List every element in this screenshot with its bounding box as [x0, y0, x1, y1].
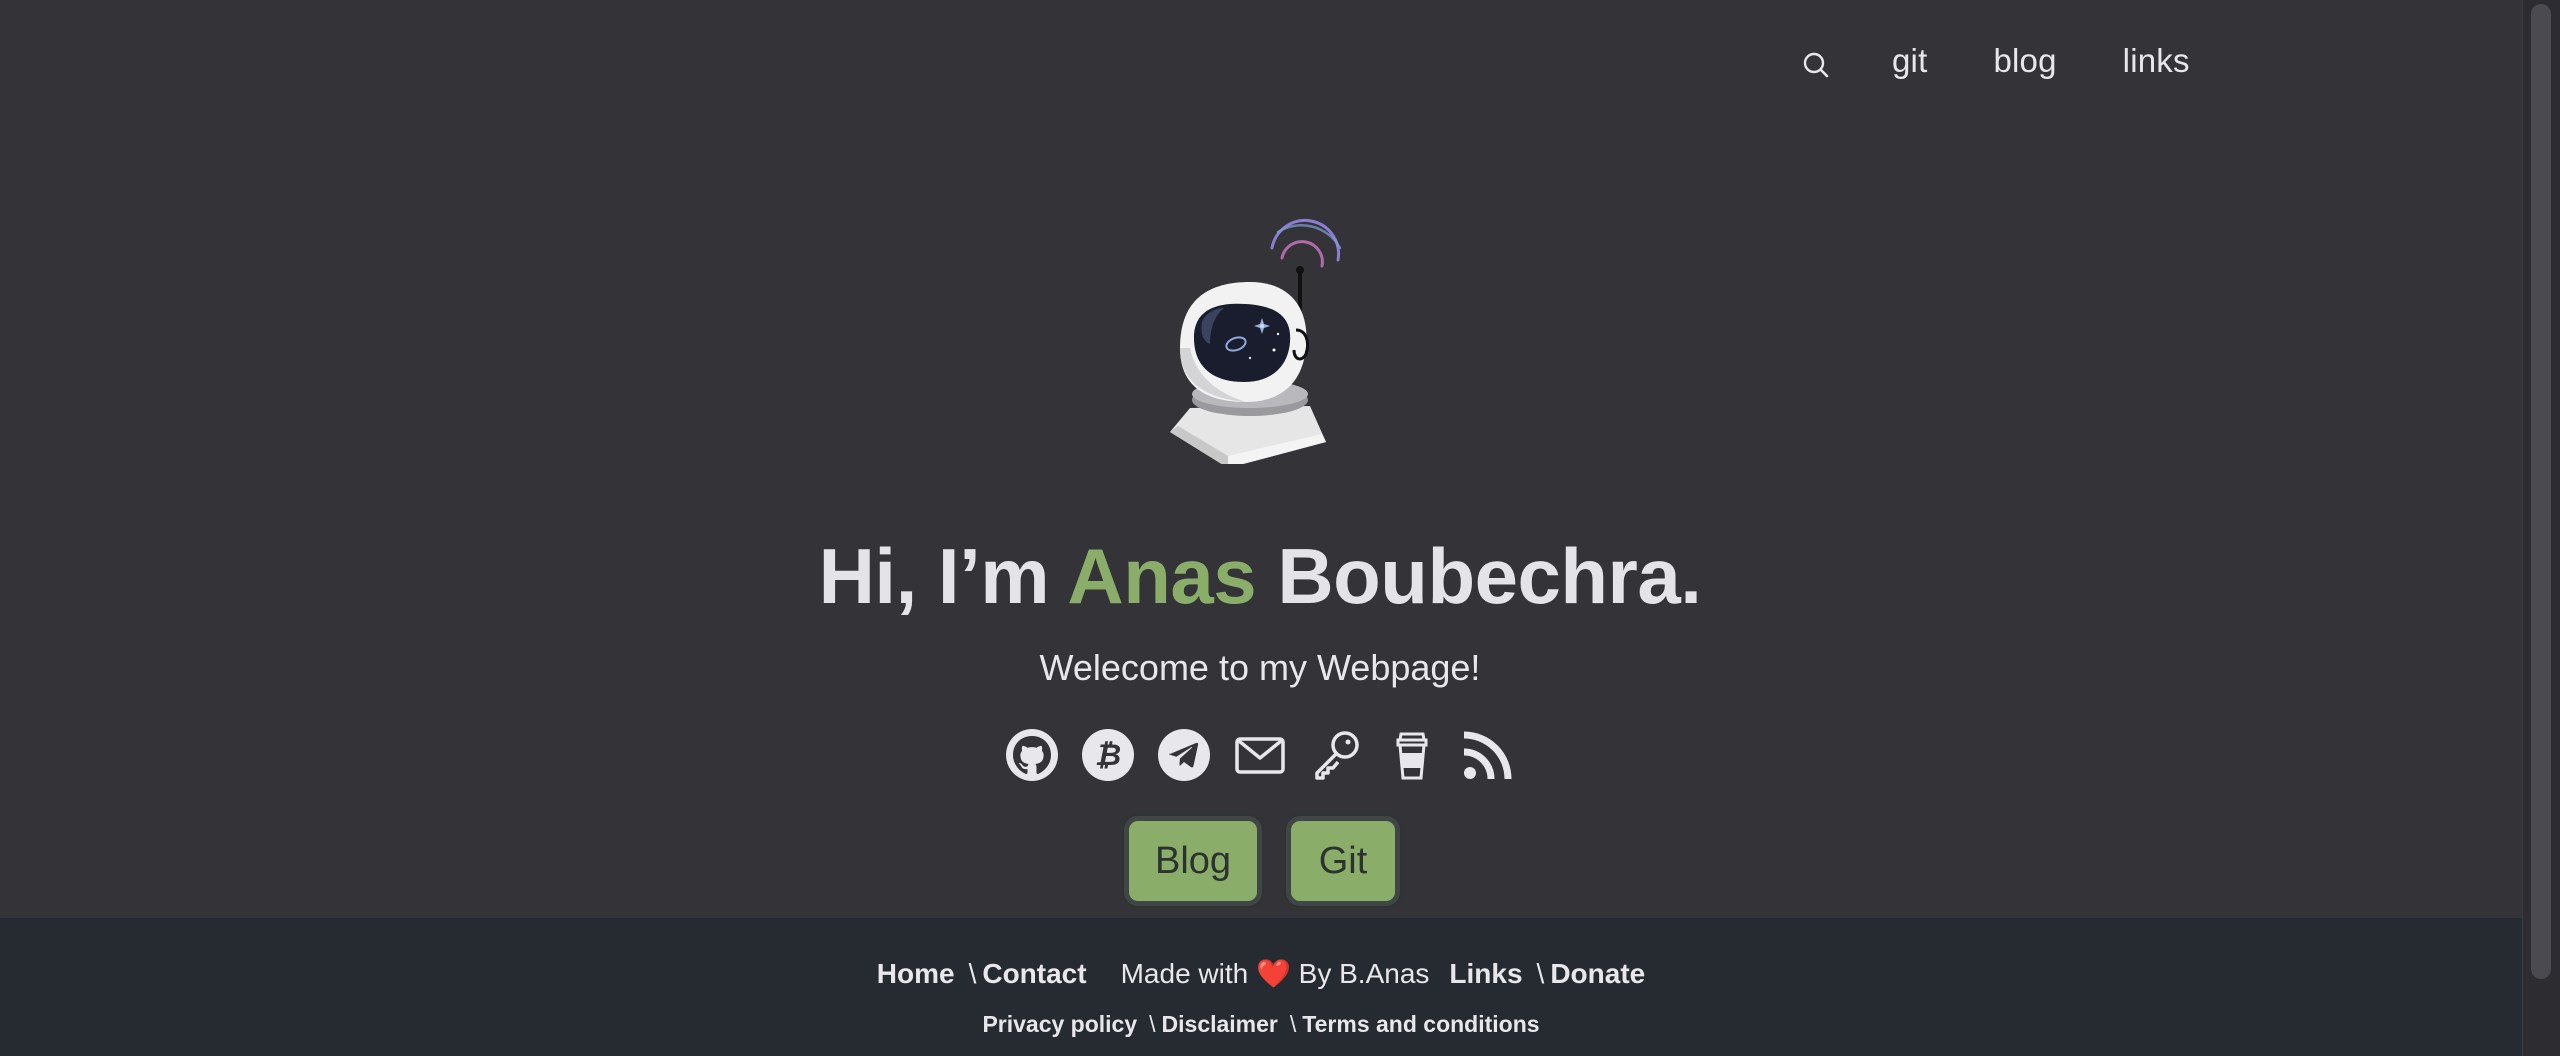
bitcoin-icon: ₿	[1082, 729, 1134, 781]
key-icon	[1315, 731, 1359, 780]
hero-title-prefix: Hi, I’m	[818, 532, 1068, 620]
footer-link-home[interactable]: Home	[877, 954, 955, 994]
telegram-link[interactable]	[1156, 727, 1212, 783]
coffee-cup-icon	[1396, 732, 1428, 780]
footer-main-row: Home \ Contact Made with ❤️ By B.Anas Li…	[0, 954, 2522, 994]
hero-buttons: Blog Git	[1124, 816, 1400, 906]
bitcoin-link[interactable]: ₿	[1080, 727, 1136, 783]
footer-separator: \	[1536, 958, 1545, 989]
made-with-text: Made with ❤️ By B.Anas	[1121, 954, 1430, 994]
footer: Home \ Contact Made with ❤️ By B.Anas Li…	[0, 918, 2522, 1056]
top-nav: git blog links	[1790, 36, 2190, 86]
telegram-icon	[1158, 729, 1210, 781]
blog-button[interactable]: Blog	[1124, 816, 1262, 906]
mail-link[interactable]	[1232, 727, 1288, 783]
nav-link-links[interactable]: links	[2123, 42, 2190, 80]
rss-icon	[1463, 731, 1512, 780]
search-icon	[1803, 52, 1829, 78]
heart-icon: ❤️	[1256, 958, 1291, 989]
footer-link-privacy[interactable]: Privacy policy	[982, 1008, 1137, 1040]
mail-icon	[1235, 737, 1285, 774]
page-scrollbar[interactable]	[2522, 0, 2560, 1056]
search-button[interactable]	[1790, 40, 1842, 90]
footer-separator: \	[1149, 1011, 1156, 1037]
footer-link-donate[interactable]: Donate	[1550, 954, 1645, 994]
footer-link-contact[interactable]: Contact	[982, 954, 1086, 994]
footer-link-terms[interactable]: Terms and conditions	[1302, 1008, 1539, 1040]
footer-link-disclaimer[interactable]: Disclaimer	[1162, 1008, 1278, 1040]
git-button[interactable]: Git	[1286, 816, 1400, 906]
page: git blog links Hi, I’m Anas Boubechra. W…	[0, 0, 2560, 1056]
made-with-prefix: Made with	[1120, 958, 1249, 989]
hero-title-accent: Anas	[1067, 532, 1257, 620]
scrollbar-thumb[interactable]	[2531, 4, 2551, 979]
github-link[interactable]	[1004, 727, 1060, 783]
coffee-link[interactable]	[1384, 727, 1440, 783]
github-icon	[1006, 729, 1058, 781]
nav-link-git[interactable]: git	[1892, 42, 1927, 80]
hero-subtitle: Welecome to my Webpage!	[1039, 647, 1481, 688]
nav-link-blog[interactable]: blog	[1993, 42, 2056, 80]
footer-separator: \	[1289, 1011, 1297, 1037]
made-with-author: By B.Anas	[1298, 958, 1430, 989]
rss-link[interactable]	[1460, 727, 1516, 783]
hero-title: Hi, I’m Anas Boubechra.	[0, 528, 2520, 624]
key-link[interactable]	[1308, 727, 1364, 783]
svg-text:₿: ₿	[1095, 738, 1121, 773]
social-links: ₿	[1004, 726, 1536, 784]
footer-separator: \	[968, 958, 977, 989]
footer-link-links[interactable]: Links	[1449, 954, 1522, 994]
footer-legal-row: Privacy policy \ Disclaimer \ Terms and …	[0, 1008, 2522, 1040]
astronaut-avatar	[1170, 218, 1342, 464]
hero-title-suffix: Boubechra.	[1256, 532, 1702, 620]
